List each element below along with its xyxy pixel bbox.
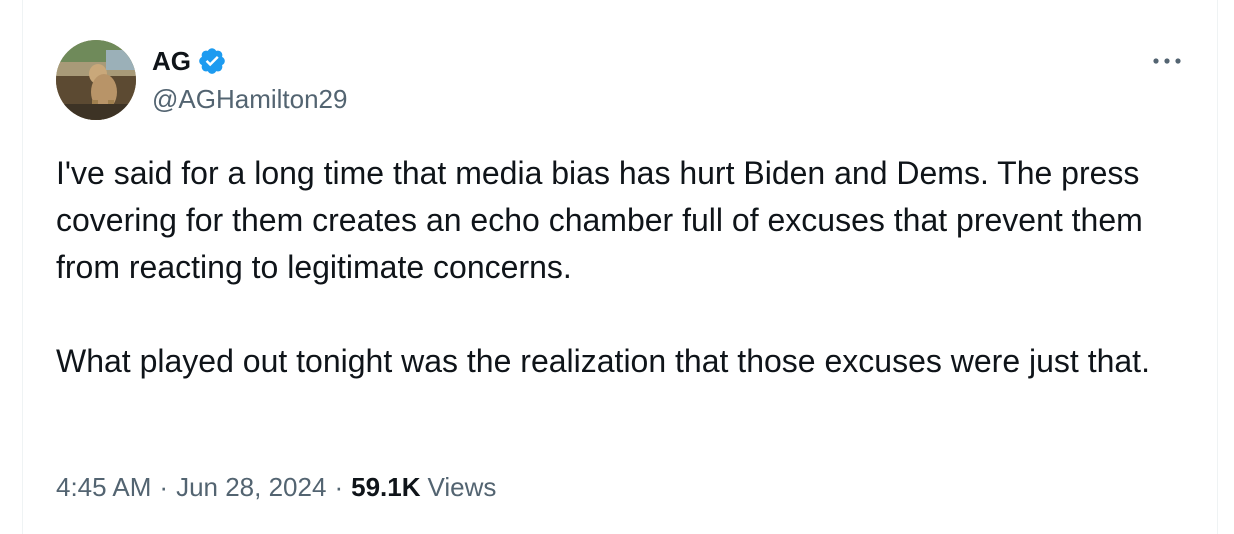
tweet-text: I've said for a long time that media bia… — [56, 150, 1196, 385]
author-name-row: AG — [152, 44, 227, 78]
views-label: Views — [427, 472, 497, 502]
meta-separator: · — [334, 472, 344, 502]
avatar-image — [56, 40, 136, 120]
meta-separator: · — [159, 472, 169, 502]
verified-badge-icon[interactable] — [197, 46, 227, 76]
tweet-paragraph: I've said for a long time that media bia… — [56, 155, 1143, 285]
tweet-meta: 4:45 AM · Jun 28, 2024 · 59.1K Views — [56, 472, 496, 503]
tweet-card: AG @AGHamilton29 I've said for a long ti… — [22, 0, 1218, 534]
more-options-button[interactable] — [1145, 44, 1189, 78]
tweet-time[interactable]: 4:45 AM — [56, 472, 151, 503]
tweet-date[interactable]: Jun 28, 2024 — [176, 472, 326, 503]
avatar[interactable] — [56, 40, 136, 120]
author-handle[interactable]: @AGHamilton29 — [152, 84, 347, 115]
author-display-name[interactable]: AG — [152, 46, 191, 77]
more-dots-icon — [1153, 58, 1181, 64]
views-count[interactable]: 59.1K — [351, 472, 420, 503]
tweet-paragraph: What played out tonight was the realizat… — [56, 343, 1150, 379]
